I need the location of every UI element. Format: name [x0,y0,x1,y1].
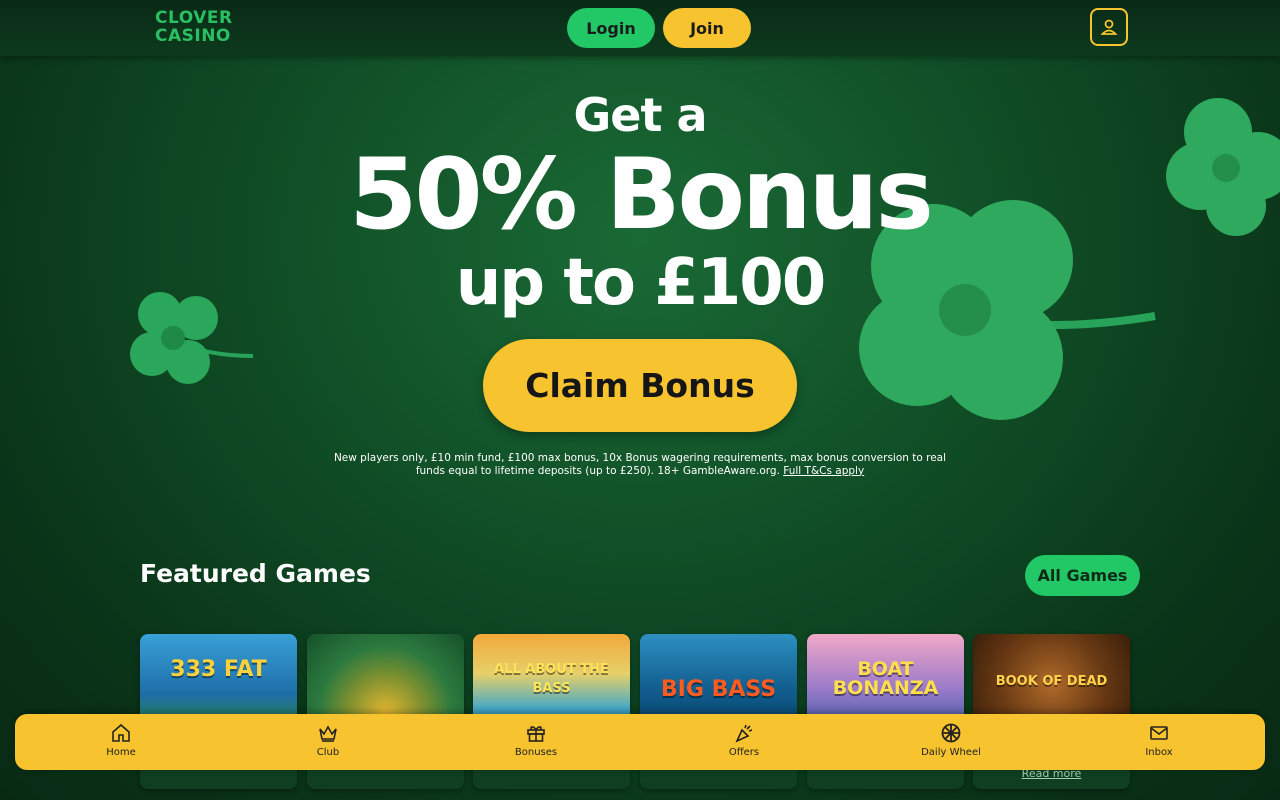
hero-heading-line-3: up to £100 [455,246,827,320]
envelope-icon [1150,726,1168,740]
login-button[interactable]: Login [567,8,655,48]
gift-icon [527,726,545,742]
bottom-navigation-bar: Home Club Bonuses Offers Daily Wheel Inb… [15,714,1265,770]
logo-line-1: CLOVER [155,8,233,28]
home-icon [112,723,130,742]
game-title: BOOK OF DEAD [995,674,1108,689]
nav-bonuses-label: Bonuses [514,747,558,758]
account-button[interactable] [1090,8,1128,46]
brand-logo[interactable]: CLOVER CASINO [155,9,235,49]
game-title: 333 FAT [170,657,267,682]
nav-bonuses[interactable]: Bonuses [481,720,591,766]
nav-club[interactable]: Club [273,720,383,766]
party-popper-icon [735,724,753,743]
nav-offers-label: Offers [728,747,760,758]
terms-link[interactable]: Full T&Cs apply [783,465,864,477]
terms-text: New players only, £10 min fund, £100 max… [330,452,950,477]
hero-heading-line-1: Get a [573,88,708,142]
hero-heading-line-2: 50% Bonus [349,138,934,252]
logo-line-2: CASINO [155,26,231,46]
game-title: ALL ABOUT THE BASS [494,662,609,696]
nav-daily-wheel[interactable]: Daily Wheel [896,720,1006,766]
game-title: BIG BASS [660,677,777,702]
all-games-button[interactable]: All Games [1025,555,1140,596]
nav-offers[interactable]: Offers [689,720,799,766]
nav-home[interactable]: Home [66,720,176,766]
game-title: BOAT BONANZA [832,658,939,699]
featured-games-title: Featured Games [140,559,371,588]
crown-icon [319,725,337,742]
user-icon [1100,19,1118,35]
nav-home-label: Home [106,747,136,758]
nav-inbox[interactable]: Inbox [1104,720,1214,766]
nav-inbox-label: Inbox [1145,747,1173,758]
nav-club-label: Club [316,747,340,758]
join-button[interactable]: Join [663,8,751,48]
nav-daily-wheel-label: Daily Wheel [921,747,981,758]
wheel-icon [941,723,961,743]
claim-bonus-button[interactable]: Claim Bonus [483,339,797,432]
